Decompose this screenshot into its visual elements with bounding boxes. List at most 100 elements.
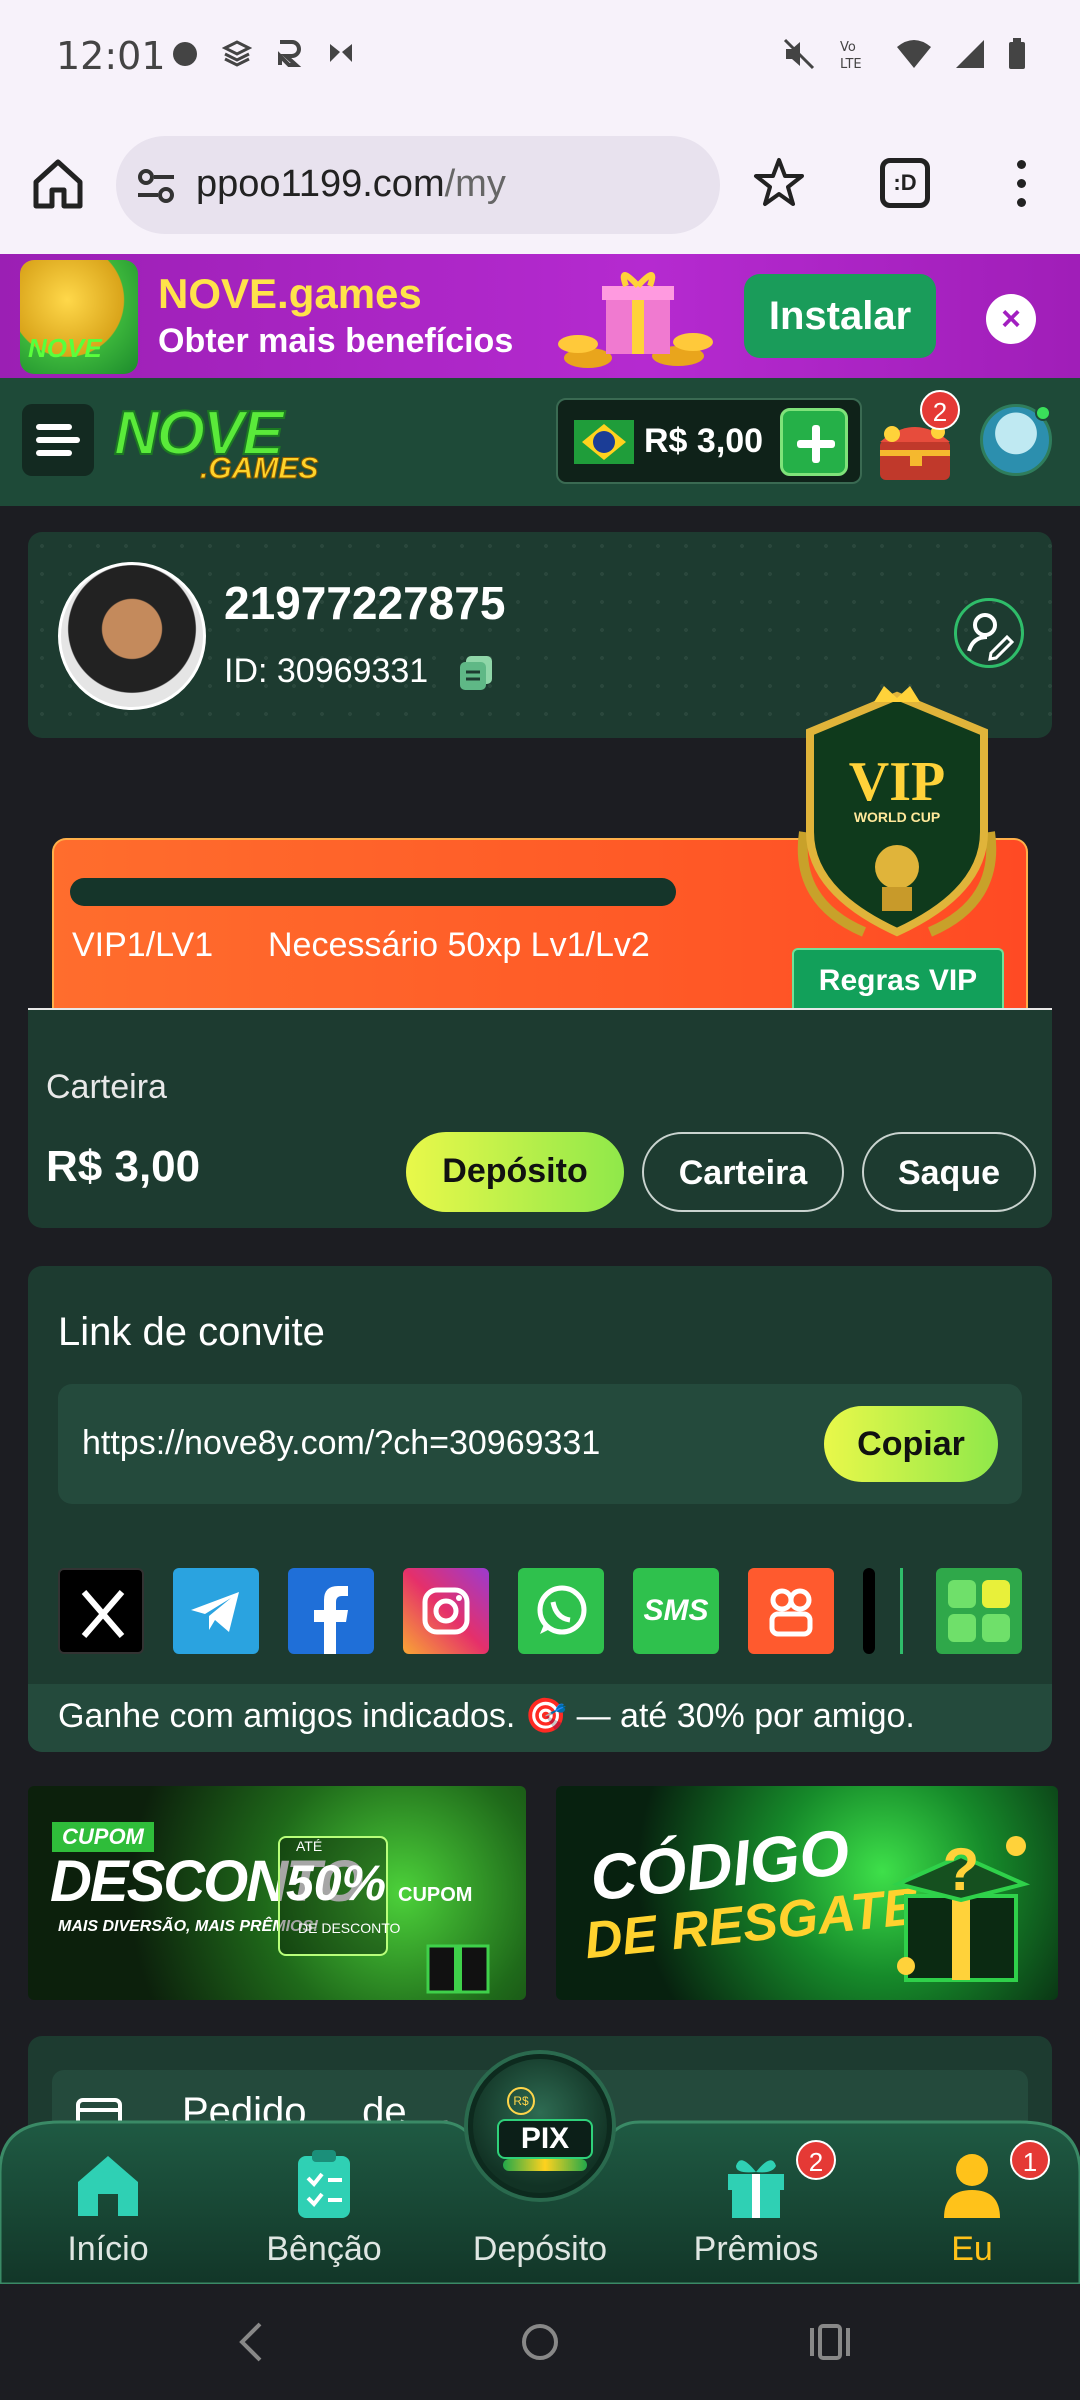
- nav-me[interactable]: Eu 1: [892, 2140, 1052, 2278]
- site-settings-icon[interactable]: [136, 166, 176, 206]
- svg-text:LTE: LTE: [840, 57, 862, 72]
- bookmark-star-icon[interactable]: [752, 156, 806, 210]
- vip-badge-title: VIP: [849, 751, 945, 813]
- nav-deposit-label: Depósito: [472, 2230, 608, 2268]
- app-header: NOVE .GAMES R$ 3,00 2: [0, 378, 1080, 506]
- nav-blessing[interactable]: Bênção: [244, 2148, 404, 2278]
- brand-suffix: .GAMES: [199, 452, 319, 486]
- app-logo-text: NOVE: [28, 333, 102, 363]
- balance-display[interactable]: R$ 3,00: [556, 398, 862, 484]
- mute-icon: [783, 38, 815, 70]
- battery-icon: [1009, 38, 1025, 69]
- vip-requirement: Necessário 50xp Lv1/Lv2: [268, 926, 650, 964]
- browser-toolbar: ppoo1199.com/my :D: [0, 112, 1080, 254]
- vip-badge-icon: VIP WORLD CUP: [797, 686, 997, 937]
- tab-switcher-button[interactable]: :D: [880, 158, 930, 208]
- coupon-percent-sub: DE DESCONTO: [298, 1920, 401, 1936]
- home-nav-icon: [78, 2156, 138, 2216]
- wifi-icon: [897, 40, 931, 68]
- gift-coins-icon: [558, 272, 713, 368]
- address-bar[interactable]: ppoo1199.com/my: [116, 136, 720, 234]
- nav-home-label: Início: [67, 2230, 149, 2268]
- home-icon[interactable]: [30, 156, 86, 212]
- r-notification-icon: [278, 40, 302, 67]
- install-app-name: NOVE.games: [158, 270, 422, 317]
- invite-link[interactable]: https://nove8y.com/?ch=30969331: [82, 1424, 600, 1463]
- pix-label: PIX: [497, 2119, 593, 2159]
- status-time: 12:01: [56, 34, 166, 78]
- pix-stripe: [503, 2159, 587, 2171]
- edit-profile-icon[interactable]: [954, 598, 1024, 668]
- telegram-share-icon[interactable]: [173, 1568, 259, 1654]
- deposit-button[interactable]: Depósito: [406, 1132, 624, 1212]
- home-circle-icon[interactable]: [522, 2324, 558, 2360]
- browser-menu-icon[interactable]: [1006, 156, 1036, 212]
- invite-footer: Ganhe com amigos indicados. 🎯 — até 30% …: [28, 1684, 1052, 1752]
- online-indicator: [1035, 405, 1051, 421]
- user-nav-icon: [944, 2154, 1000, 2218]
- copy-id-icon[interactable]: [456, 652, 496, 692]
- wallet-amount: R$ 3,00: [46, 1142, 201, 1191]
- nav-prizes[interactable]: Prêmios 2: [676, 2140, 836, 2278]
- install-subtitle: Obter mais benefícios: [158, 322, 514, 360]
- nav-home[interactable]: Início: [28, 2148, 188, 2278]
- profile-avatar[interactable]: [58, 562, 206, 710]
- withdraw-button[interactable]: Saque: [862, 1132, 1036, 1212]
- coupon-promo-banner[interactable]: CUPOM DESCONTO MAIS DIVERSÃO, MAIS PRÊMI…: [28, 1786, 526, 2000]
- brand-logo[interactable]: NOVE .GAMES: [112, 398, 342, 488]
- hamburger-menu-icon[interactable]: [22, 404, 94, 476]
- vip-progress-bar: [70, 878, 676, 906]
- app-logo-icon: NOVE: [20, 260, 138, 374]
- butterfly-notification-icon: [330, 44, 352, 62]
- vip-level: VIP1/LV1: [72, 926, 214, 964]
- coupon-exclusive: CUPOM: [398, 1884, 473, 1906]
- url-path: /my: [444, 163, 506, 205]
- system-navigation-bar: [0, 2284, 1080, 2400]
- nav-me-badge: 1: [1010, 2140, 1050, 2180]
- share-row: SMS: [58, 1568, 1022, 1658]
- pix-deposit-button[interactable]: R$ PIX: [468, 2054, 612, 2198]
- status-bar: 12:01 Vo LTE: [0, 0, 1080, 112]
- checklist-nav-icon: [298, 2150, 350, 2218]
- share-separator: [900, 1568, 903, 1654]
- svg-text:Vo: Vo: [840, 40, 856, 55]
- invite-title: Link de convite: [58, 1310, 325, 1354]
- header-balance: R$ 3,00: [644, 422, 764, 460]
- pix-rs-icon: R$: [507, 2087, 535, 2115]
- x-share-icon[interactable]: [58, 1568, 144, 1654]
- wallet-button[interactable]: Carteira: [642, 1132, 844, 1212]
- sms-share-icon[interactable]: SMS: [633, 1568, 719, 1654]
- wallet-card: Carteira R$ 3,00 Depósito Carteira Saque: [28, 1010, 1052, 1228]
- header-avatar[interactable]: [980, 404, 1052, 476]
- facebook-share-icon[interactable]: [288, 1568, 374, 1654]
- close-banner-button[interactable]: ×: [986, 294, 1036, 344]
- notification-icons: [170, 38, 356, 68]
- brazil-flag-icon: [574, 420, 634, 464]
- vip-badge-subtitle: WORLD CUP: [854, 809, 940, 825]
- rescue-code-promo-banner[interactable]: CÓDIGO DE RESGATE ?: [556, 1786, 1058, 2000]
- install-button[interactable]: Instalar: [744, 274, 936, 358]
- nav-prizes-badge: 2: [796, 2140, 836, 2180]
- layers-notification-icon: [222, 40, 252, 67]
- volte-icon: Vo LTE: [840, 40, 862, 72]
- vip-rules-button[interactable]: Regras VIP: [792, 948, 1004, 1010]
- nav-blessing-label: Bênção: [266, 2230, 382, 2268]
- profile-username: 21977227875: [224, 577, 506, 629]
- copy-link-button[interactable]: Copiar: [824, 1406, 998, 1482]
- recent-apps-icon[interactable]: [808, 2324, 852, 2360]
- invite-footer-text: Ganhe com amigos indicados. 🎯 — até 30% …: [58, 1697, 915, 1735]
- profile-user-id: ID: 30969331: [224, 652, 429, 690]
- more-share-icon[interactable]: [863, 1568, 875, 1654]
- svg-text:?: ?: [943, 1836, 980, 1903]
- coupon-upto: ATÉ: [296, 1838, 323, 1854]
- install-banner: NOVE NOVE.games Obter mais benefícios In…: [0, 254, 1080, 378]
- add-funds-button[interactable]: [780, 408, 848, 476]
- url-host: ppoo1199.com: [196, 163, 445, 205]
- nav-prizes-label: Prêmios: [693, 2230, 819, 2268]
- instagram-share-icon[interactable]: [403, 1568, 489, 1654]
- back-icon[interactable]: [236, 2320, 266, 2364]
- kwai-share-icon[interactable]: [748, 1568, 834, 1654]
- whatsapp-share-icon[interactable]: [518, 1568, 604, 1654]
- apps-grid-icon[interactable]: [936, 1568, 1022, 1654]
- coupon-percent: 50%: [286, 1855, 387, 1911]
